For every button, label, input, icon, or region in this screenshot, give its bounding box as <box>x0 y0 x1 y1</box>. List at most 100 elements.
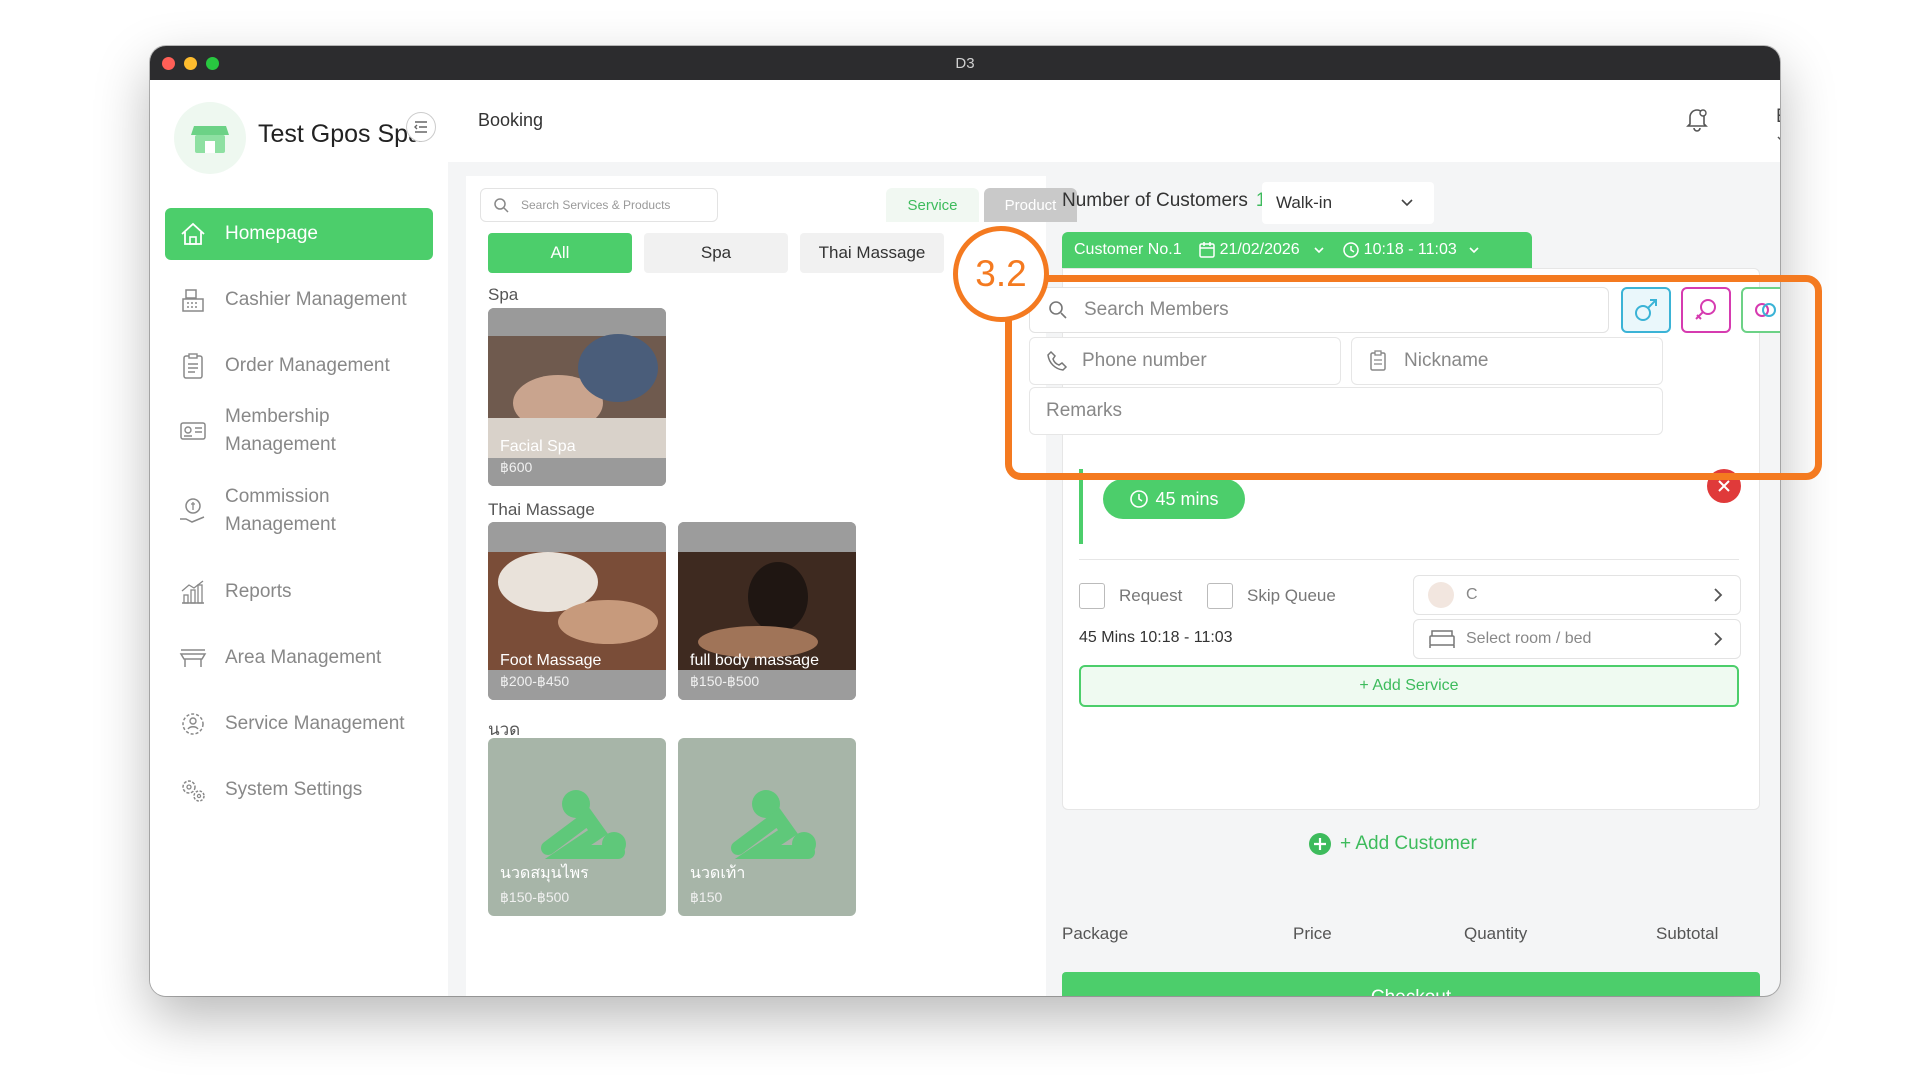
sidebar-item-area[interactable]: Area Management <box>165 632 433 684</box>
skip-queue-checkbox[interactable]: Skip Queue <box>1207 583 1336 609</box>
service-price: ฿150 <box>690 889 723 905</box>
service-card-foot-thai-massage[interactable]: นวดเท้า ฿150 <box>678 738 856 916</box>
annotation-highlight-box <box>1005 275 1822 480</box>
bed-icon <box>1429 630 1455 648</box>
sidebar-item-label-line2: Management <box>225 514 336 535</box>
service-card-foot-massage[interactable]: Foot Massage ฿200-฿450 <box>488 522 666 700</box>
date-picker[interactable]: 21/02/2026 <box>1198 241 1326 259</box>
service-card-herbal-massage[interactable]: นวดสมุนไพร ฿150-฿500 <box>488 738 666 916</box>
add-customer-label: + Add Customer <box>1340 833 1477 854</box>
add-customer-button[interactable]: + Add Customer <box>1308 832 1477 856</box>
walk-in-value: Walk-in <box>1276 193 1333 212</box>
clock-icon <box>1342 242 1359 258</box>
bench-icon <box>175 640 211 676</box>
sidebar-item-service[interactable]: Service Management <box>165 698 433 750</box>
column-header-package: Package <box>1062 924 1129 943</box>
gears-icon <box>175 772 211 808</box>
category-spa[interactable]: Spa <box>644 233 788 273</box>
customer-tab[interactable]: Customer No.1 21/02/2026 10:18 - 11:03 <box>1062 232 1532 268</box>
commission-hand-icon <box>175 493 211 529</box>
therapist-selector[interactable]: C <box>1413 575 1741 615</box>
service-badge-icon <box>175 706 211 742</box>
sidebar-item-label-line1: Membership <box>225 406 330 427</box>
search-placeholder: Search Services & Products <box>521 198 671 212</box>
chevron-down-icon <box>1314 247 1324 254</box>
skip-queue-label: Skip Queue <box>1247 586 1336 605</box>
store-name: Test Gpos Spa <box>258 120 422 148</box>
checkbox-box[interactable] <box>1207 583 1233 609</box>
service-time-info: 45 Mins 10:18 - 11:03 <box>1079 629 1233 646</box>
service-name: นวดเท้า <box>690 865 746 882</box>
store-logo <box>174 102 246 174</box>
time-picker[interactable]: 10:18 - 11:03 <box>1342 241 1481 259</box>
service-card-full-body-massage[interactable]: full body massage ฿150-฿500 <box>678 522 856 700</box>
search-icon <box>494 198 509 213</box>
service-card-facial-spa[interactable]: Facial Spa ฿600 <box>488 308 666 486</box>
customers-count: Number of Customers1 <box>1062 190 1266 212</box>
sidebar: Test Gpos Spa Homepage Cashier Managemen… <box>150 80 448 996</box>
collapse-sidebar-button[interactable] <box>406 112 436 142</box>
sidebar-item-label: Cashier Management <box>225 289 407 310</box>
home-icon <box>175 216 211 252</box>
divider <box>1079 559 1739 560</box>
room-placeholder: Select room / bed <box>1466 630 1592 647</box>
customers-label: Number of Customers <box>1062 190 1248 211</box>
membership-card-icon <box>175 413 211 449</box>
language-selector[interactable]: EN <box>1776 106 1780 150</box>
service-price: ฿600 <box>500 459 533 475</box>
service-price: ฿150-฿500 <box>690 673 760 689</box>
chevron-down-icon <box>1777 136 1780 141</box>
service-price: ฿200-฿450 <box>500 673 570 689</box>
room-bed-selector[interactable]: Select room / bed <box>1413 619 1741 659</box>
language-label: EN <box>1776 106 1780 127</box>
therapist-name: C <box>1466 586 1478 603</box>
bell-icon <box>1686 109 1708 132</box>
sidebar-item-cashier[interactable]: Cashier Management <box>165 274 433 326</box>
calendar-icon <box>1198 242 1215 258</box>
duration-pill[interactable]: 45 mins <box>1103 479 1245 519</box>
chevron-right-icon <box>1714 632 1723 646</box>
notification-button[interactable] <box>1684 106 1710 137</box>
service-search-input[interactable]: Search Services & Products <box>480 188 718 222</box>
chevron-down-icon <box>1469 247 1479 254</box>
sidebar-item-label-line2: Management <box>225 434 336 455</box>
chart-icon <box>175 574 211 610</box>
top-header: Booking EN <box>448 80 1780 162</box>
sidebar-item-label: System Settings <box>225 779 363 800</box>
minimize-window-button[interactable] <box>184 57 197 70</box>
sidebar-item-commission[interactable]: Commission Management <box>165 478 433 544</box>
zoom-window-button[interactable] <box>206 57 219 70</box>
category-all[interactable]: All <box>488 233 632 273</box>
close-window-button[interactable] <box>162 57 175 70</box>
menu-collapse-icon <box>414 121 427 133</box>
checkout-button[interactable]: Checkout <box>1062 972 1760 996</box>
section-title: Thai Massage <box>488 500 595 519</box>
sidebar-item-settings[interactable]: System Settings <box>165 764 433 816</box>
category-thai-massage[interactable]: Thai Massage <box>800 233 944 273</box>
sidebar-item-orders[interactable]: Order Management <box>165 340 433 392</box>
sidebar-item-reports[interactable]: Reports <box>165 566 433 618</box>
service-indicator <box>1079 469 1083 544</box>
column-header-subtotal: Subtotal <box>1656 924 1719 943</box>
annotation-step-badge: 3.2 <box>953 226 1049 322</box>
column-header-quantity: Quantity <box>1464 924 1528 943</box>
checkbox-box[interactable] <box>1079 583 1105 609</box>
request-label: Request <box>1119 586 1183 605</box>
clipboard-icon <box>175 348 211 384</box>
sidebar-item-membership[interactable]: Membership Management <box>165 398 433 464</box>
catalog-panel: Search Services & Products Service Produ… <box>466 176 1077 996</box>
request-checkbox[interactable]: Request <box>1079 583 1182 609</box>
column-header-price: Price <box>1293 924 1332 943</box>
chevron-right-icon <box>1714 588 1723 602</box>
walk-in-select[interactable]: Walk-in <box>1262 182 1434 224</box>
sidebar-item-label-line1: Commission <box>225 486 330 507</box>
tab-service[interactable]: Service <box>886 188 979 222</box>
service-name: full body massage <box>690 652 819 669</box>
booking-time: 10:18 - 11:03 <box>1363 241 1457 258</box>
sidebar-item-label: Area Management <box>225 647 382 668</box>
add-service-button[interactable]: + Add Service <box>1079 665 1739 707</box>
sidebar-item-homepage[interactable]: Homepage <box>165 208 433 260</box>
chevron-down-icon <box>1401 199 1413 207</box>
service-price: ฿150-฿500 <box>500 889 570 905</box>
plus-circle-icon <box>1309 833 1331 855</box>
